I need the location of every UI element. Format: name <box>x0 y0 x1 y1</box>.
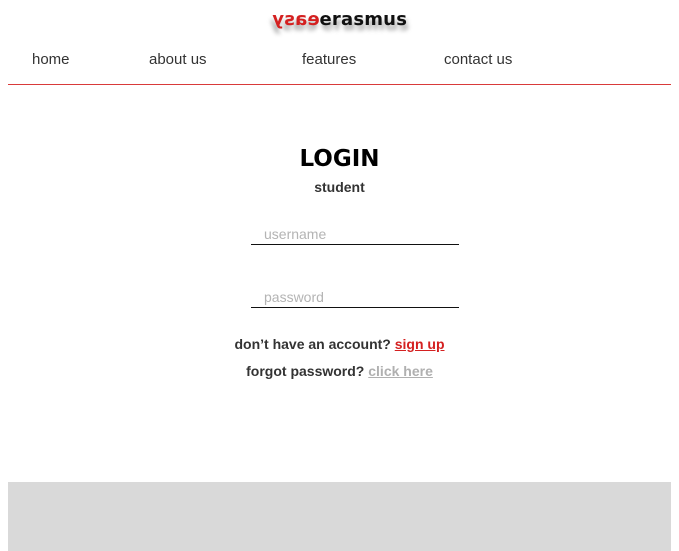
main-nav: home about us features contact us <box>0 50 679 70</box>
brand-logo-mirrored: easy <box>271 9 320 30</box>
nav-item-home[interactable]: home <box>32 50 70 70</box>
login-subtitle: student <box>314 179 365 195</box>
forgot-prompt: forgot password? <box>246 363 369 379</box>
nav-item-about-us[interactable]: about us <box>149 50 207 70</box>
username-input[interactable] <box>251 223 459 245</box>
forgot-row: forgot password? click here <box>0 361 679 381</box>
brand-logo-word: erasmus <box>319 9 408 30</box>
forgot-password-link[interactable]: click here <box>368 363 433 379</box>
nav-item-features[interactable]: features <box>302 50 356 70</box>
password-input[interactable] <box>251 286 459 308</box>
nav-item-contact-us[interactable]: contact us <box>444 50 512 70</box>
signup-link[interactable]: sign up <box>395 336 445 352</box>
login-title: LOGIN <box>299 146 380 172</box>
signup-prompt: don’t have an account? <box>234 336 395 352</box>
brand-logo[interactable]: easyerasmus <box>0 8 679 32</box>
signup-row: don’t have an account? sign up <box>0 334 679 354</box>
footer <box>8 482 671 551</box>
header-divider <box>8 84 671 85</box>
